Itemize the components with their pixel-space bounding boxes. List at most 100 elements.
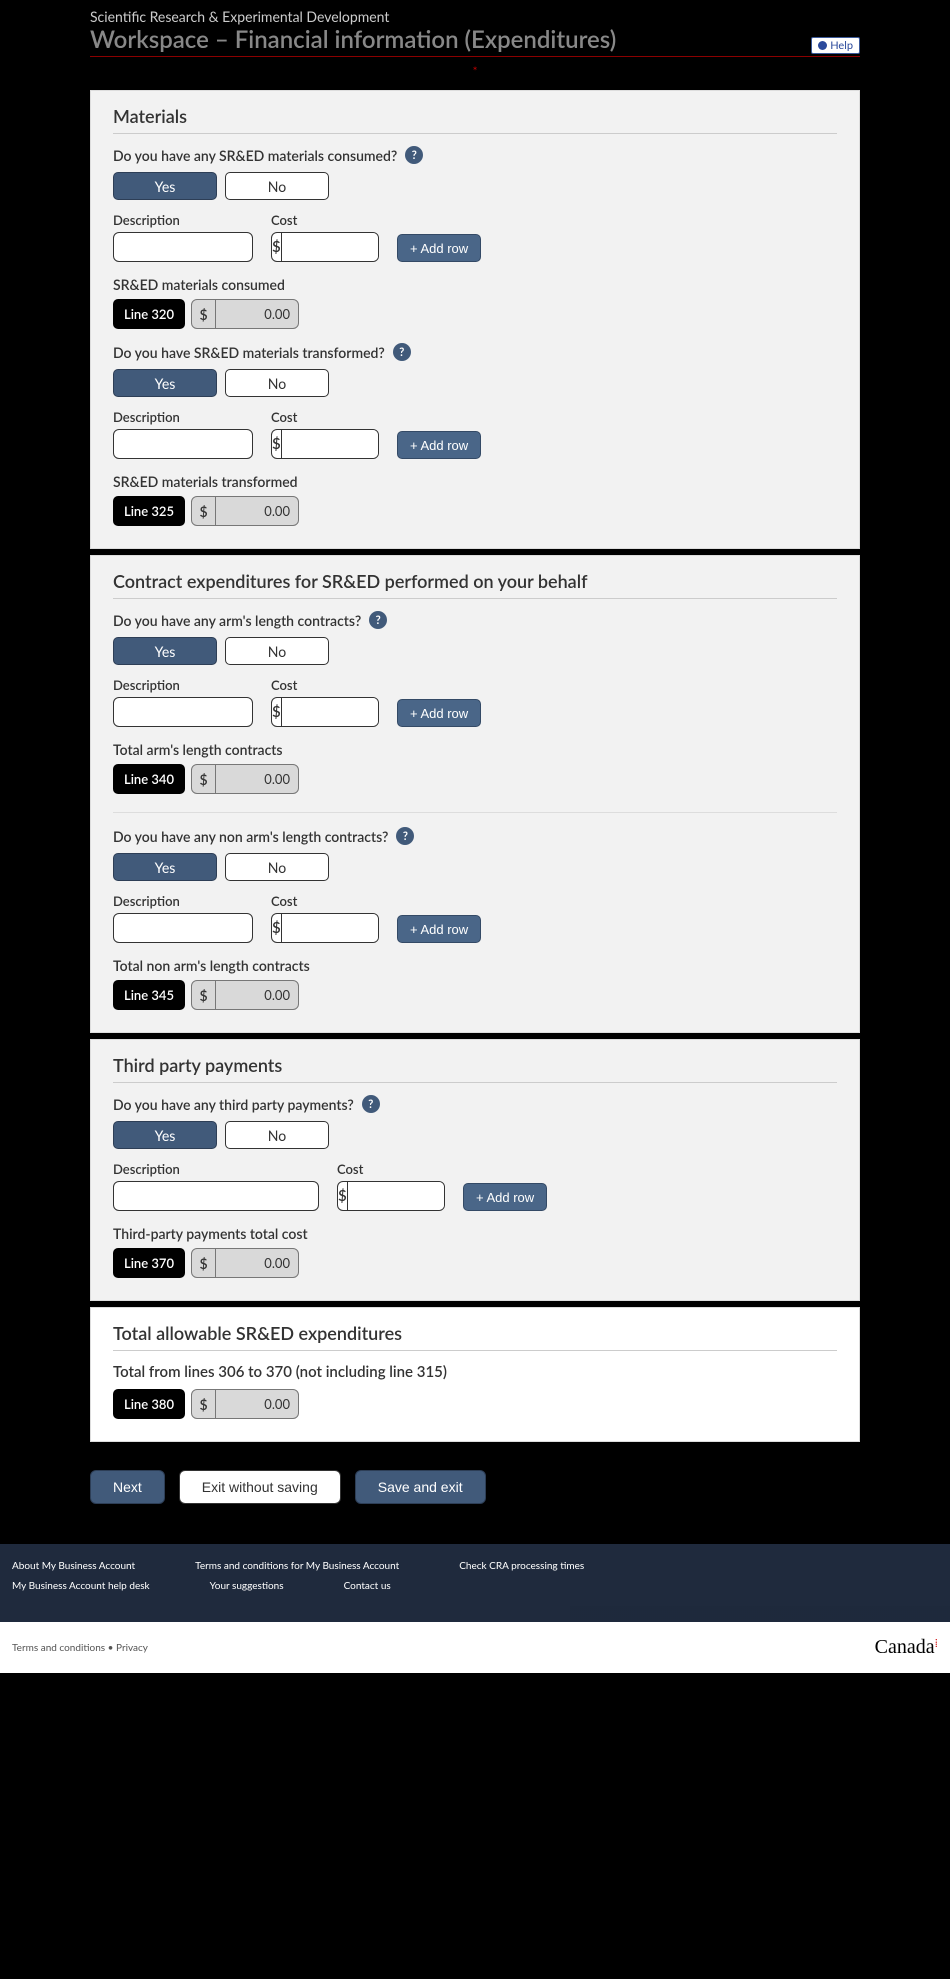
materials-consumed-desc-input[interactable]: [113, 232, 253, 262]
materials-consumed-no[interactable]: No: [225, 172, 329, 200]
line-370-tag: Line 370: [113, 1248, 185, 1278]
third-party-cost-input[interactable]: [348, 1182, 445, 1210]
dollar-icon: $: [272, 233, 282, 261]
label-description: Description: [113, 1161, 319, 1177]
line-345-tag: Line 345: [113, 980, 185, 1010]
label-description: Description: [113, 677, 253, 693]
help-icon[interactable]: ?: [396, 827, 414, 845]
materials-heading: Materials: [113, 105, 837, 134]
q-third-party: Do you have any third party payments?: [113, 1096, 354, 1113]
line-320-tag: Line 320: [113, 299, 185, 329]
materials-transformed-desc-input[interactable]: [113, 429, 253, 459]
panel-materials: Materials Do you have any SR&ED material…: [90, 90, 860, 549]
footer-link[interactable]: Terms and conditions for My Business Acc…: [195, 1560, 399, 1572]
nonarm-total-label: Total non arm's length contracts: [113, 957, 837, 974]
materials-consumed-yes[interactable]: Yes: [113, 172, 217, 200]
dollar-icon: $: [272, 698, 282, 726]
dollar-icon: $: [192, 981, 216, 1009]
third-party-heading: Third party payments: [113, 1054, 837, 1083]
help-icon[interactable]: ?: [405, 146, 423, 164]
line-380-value: $ 0.00: [191, 1389, 299, 1419]
materials-transformed-yes[interactable]: Yes: [113, 369, 217, 397]
materials-transformed-total-label: SR&ED materials transformed: [113, 473, 837, 490]
add-row-button[interactable]: + Add row: [397, 234, 481, 262]
materials-consumed-total-label: SR&ED materials consumed: [113, 276, 837, 293]
add-row-button[interactable]: + Add row: [397, 699, 481, 727]
materials-consumed-cost-input[interactable]: [282, 233, 379, 261]
label-description: Description: [113, 409, 253, 425]
help-icon[interactable]: ?: [393, 343, 411, 361]
dollar-icon: $: [338, 1182, 348, 1210]
line-325-tag: Line 325: [113, 496, 185, 526]
footer-secondary: Terms and conditions • Privacy Canada⁞: [0, 1622, 950, 1673]
super-title: Scientific Research & Experimental Devel…: [90, 8, 860, 25]
footer-primary: About My Business Account Terms and cond…: [0, 1544, 950, 1622]
panel-third-party: Third party payments Do you have any thi…: [90, 1039, 860, 1301]
label-cost: Cost: [271, 893, 379, 909]
help-button[interactable]: Help: [811, 37, 860, 54]
footer-link[interactable]: Contact us: [344, 1580, 391, 1592]
materials-transformed-cost-input[interactable]: [282, 430, 379, 458]
save-exit-button[interactable]: Save and exit: [355, 1470, 486, 1504]
label-description: Description: [113, 893, 253, 909]
line-340-tag: Line 340: [113, 764, 185, 794]
label-cost: Cost: [271, 677, 379, 693]
materials-transformed-no[interactable]: No: [225, 369, 329, 397]
panel-contracts: Contract expenditures for SR&ED performe…: [90, 555, 860, 1033]
dollar-icon: $: [192, 765, 216, 793]
next-button[interactable]: Next: [90, 1470, 165, 1504]
dollar-icon: $: [192, 300, 216, 328]
canada-wordmark: Canada⁞: [875, 1636, 938, 1659]
q-nonarm-contracts: Do you have any non arm's length contrac…: [113, 828, 388, 845]
add-row-button[interactable]: + Add row: [463, 1183, 547, 1211]
panel-total: Total allowable SR&ED expenditures Total…: [90, 1307, 860, 1442]
nonarm-no[interactable]: No: [225, 853, 329, 881]
dollar-icon: $: [272, 430, 282, 458]
footer-link[interactable]: About My Business Account: [12, 1560, 135, 1572]
line-320-value: $ 0.00: [191, 299, 299, 329]
footer-link[interactable]: Check CRA processing times: [459, 1560, 584, 1572]
line-380-tag: Line 380: [113, 1389, 185, 1419]
line-370-value: $ 0.00: [191, 1248, 299, 1278]
help-label: Help: [830, 39, 853, 52]
required-indicator: *: [90, 57, 860, 80]
line-340-amount: 0.00: [216, 771, 298, 787]
third-party-total-label: Third-party payments total cost: [113, 1225, 837, 1242]
footer-link[interactable]: Your suggestions: [210, 1580, 284, 1592]
footer-legal[interactable]: Terms and conditions • Privacy: [12, 1642, 148, 1654]
third-party-yes[interactable]: Yes: [113, 1121, 217, 1149]
nonarm-cost-input[interactable]: [282, 914, 379, 942]
line-325-amount: 0.00: [216, 503, 298, 519]
dollar-icon: $: [192, 1249, 216, 1277]
total-heading: Total allowable SR&ED expenditures: [113, 1322, 837, 1351]
arm-yes[interactable]: Yes: [113, 637, 217, 665]
exit-button[interactable]: Exit without saving: [179, 1470, 341, 1504]
third-party-desc-input[interactable]: [113, 1181, 319, 1211]
help-icon[interactable]: ?: [362, 1095, 380, 1113]
arm-no[interactable]: No: [225, 637, 329, 665]
help-icon[interactable]: ?: [369, 611, 387, 629]
q-arm-contracts: Do you have any arm's length contracts?: [113, 612, 361, 629]
label-cost: Cost: [337, 1161, 445, 1177]
line-345-value: $ 0.00: [191, 980, 299, 1010]
dollar-icon: $: [272, 914, 282, 942]
arm-cost-input[interactable]: [282, 698, 379, 726]
line-345-amount: 0.00: [216, 987, 298, 1003]
arm-total-label: Total arm's length contracts: [113, 741, 837, 758]
add-row-button[interactable]: + Add row: [397, 431, 481, 459]
dollar-icon: $: [192, 497, 216, 525]
line-340-value: $ 0.00: [191, 764, 299, 794]
arm-desc-input[interactable]: [113, 697, 253, 727]
label-cost: Cost: [271, 212, 379, 228]
total-label: Total from lines 306 to 370 (not includi…: [113, 1363, 837, 1381]
q-materials-consumed: Do you have any SR&ED materials consumed…: [113, 147, 397, 164]
contracts-heading: Contract expenditures for SR&ED performe…: [113, 570, 837, 599]
third-party-no[interactable]: No: [225, 1121, 329, 1149]
add-row-button[interactable]: + Add row: [397, 915, 481, 943]
nonarm-yes[interactable]: Yes: [113, 853, 217, 881]
footer-link[interactable]: My Business Account help desk: [12, 1580, 150, 1592]
dollar-icon: $: [192, 1390, 216, 1418]
nonarm-desc-input[interactable]: [113, 913, 253, 943]
page-title: Workspace – Financial information (Expen…: [90, 25, 616, 54]
line-325-value: $ 0.00: [191, 496, 299, 526]
